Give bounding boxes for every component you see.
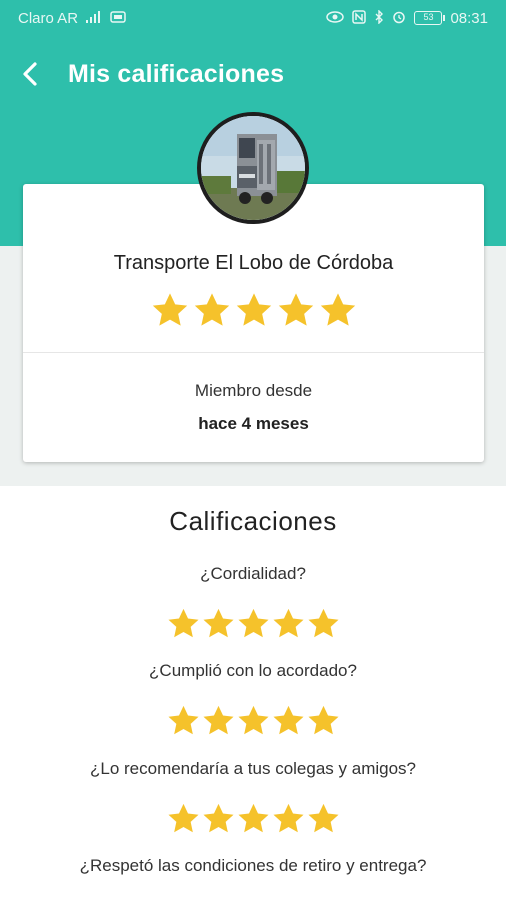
battery-icon: 53 bbox=[414, 11, 446, 25]
member-since-value: hace 4 meses bbox=[198, 414, 309, 433]
star-icon bbox=[167, 608, 199, 638]
star-icon bbox=[272, 608, 304, 638]
star-icon bbox=[194, 293, 229, 326]
avatar bbox=[197, 112, 309, 224]
profile-rating-stars bbox=[23, 290, 484, 330]
star-icon bbox=[167, 803, 199, 833]
status-left: Claro AR bbox=[18, 10, 126, 27]
divider bbox=[23, 352, 484, 353]
star-icon bbox=[236, 293, 271, 326]
alarm-icon bbox=[392, 10, 406, 27]
star-icon bbox=[237, 803, 269, 833]
rating-stars-recomendaria bbox=[0, 801, 506, 836]
star-icon bbox=[202, 705, 234, 735]
clock: 08:31 bbox=[450, 9, 488, 27]
page-title: Mis calificaciones bbox=[68, 59, 285, 88]
star-icon bbox=[202, 608, 234, 638]
star-icon bbox=[307, 608, 339, 638]
carrier-label: Claro AR bbox=[18, 9, 79, 27]
status-bar: Claro AR 53 08:31 bbox=[0, 0, 506, 36]
star-icon bbox=[320, 293, 355, 326]
star-icon bbox=[202, 803, 234, 833]
star-icon bbox=[152, 293, 187, 326]
star-icon bbox=[272, 803, 304, 833]
status-right: 53 08:31 bbox=[326, 8, 488, 27]
rating-stars-cumplio bbox=[0, 703, 506, 738]
member-since-label: Miembro desde bbox=[194, 381, 313, 400]
star-icon bbox=[237, 705, 269, 735]
app-bar: Mis calificaciones bbox=[0, 52, 506, 96]
rating-question-cumplio: ¿Cumplió con lo acordado? bbox=[149, 661, 357, 680]
eye-icon bbox=[326, 10, 345, 26]
truck-photo-icon bbox=[201, 116, 305, 220]
profile-card: Transporte El Lobo de Córdoba Miembro de… bbox=[23, 184, 484, 462]
back-button[interactable] bbox=[20, 52, 68, 96]
signal-icon bbox=[84, 10, 104, 27]
star-icon bbox=[167, 705, 199, 735]
bluetooth-icon bbox=[374, 8, 384, 27]
star-icon bbox=[307, 803, 339, 833]
rating-stars-cordialidad bbox=[0, 606, 506, 641]
star-icon bbox=[237, 608, 269, 638]
star-icon bbox=[272, 705, 304, 735]
back-arrow-icon bbox=[23, 62, 37, 86]
rating-question-recomendaria: ¿Lo recomendaría a tus colegas y amigos? bbox=[89, 759, 416, 778]
rating-question-respeto: ¿Respetó las condiciones de retiro y ent… bbox=[79, 856, 427, 875]
provider-name: Transporte El Lobo de Córdoba bbox=[113, 252, 394, 274]
sim-icon bbox=[110, 10, 126, 27]
nfc-icon bbox=[352, 9, 367, 27]
rating-question-cordialidad: ¿Cordialidad? bbox=[200, 564, 306, 583]
star-icon bbox=[278, 293, 313, 326]
ratings-title: Calificaciones bbox=[169, 506, 337, 536]
star-icon bbox=[307, 705, 339, 735]
